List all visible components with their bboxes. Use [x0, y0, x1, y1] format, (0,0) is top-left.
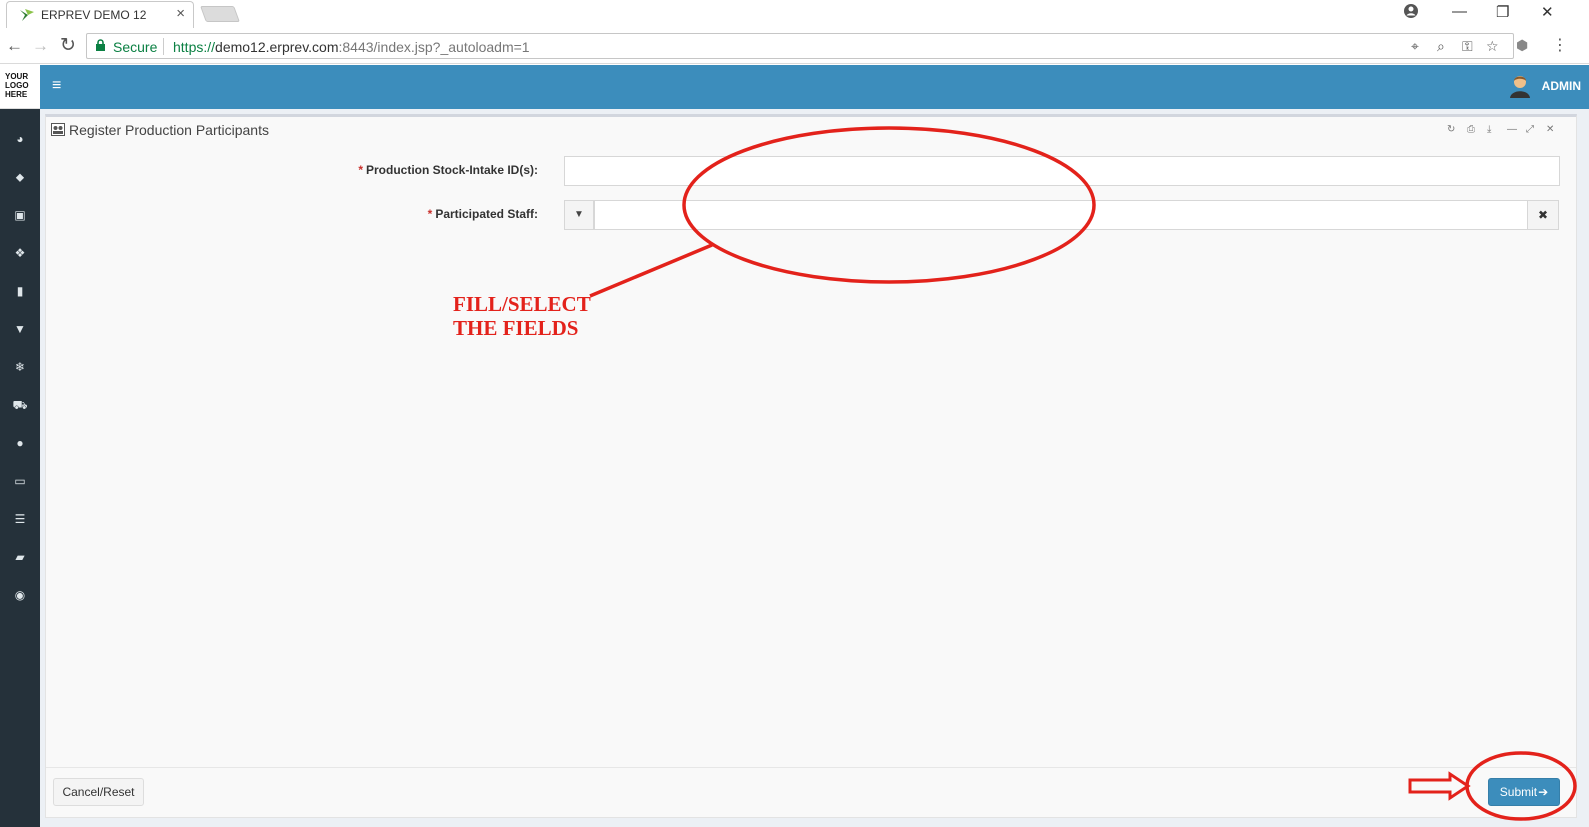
refresh-icon[interactable]: ↻: [1447, 124, 1455, 135]
annotation-line: THE FIELDS: [453, 316, 579, 340]
submit-label: Submit: [1499, 785, 1538, 799]
building-icon[interactable]: ▮: [0, 280, 40, 302]
expand-icon[interactable]: ⤢: [1526, 124, 1534, 135]
logo-line: LOGO: [5, 81, 29, 90]
staff-clear-button[interactable]: ✖: [1527, 200, 1559, 230]
app-topbar: ≡ ADMIN: [40, 65, 1589, 109]
menu-toggle-icon[interactable]: ≡: [52, 77, 61, 95]
key-icon[interactable]: ⚿: [1462, 38, 1473, 55]
panel-footer-divider: [46, 767, 1576, 768]
lock-icon: [95, 39, 106, 55]
company-logo[interactable]: YOUR LOGO HERE: [0, 65, 40, 109]
desktop-icon[interactable]: ▭: [0, 470, 40, 492]
collapse-icon[interactable]: —: [1507, 124, 1517, 135]
address-separator: [163, 38, 164, 55]
print-icon[interactable]: ⎙: [1467, 124, 1475, 135]
user-avatar[interactable]: [1509, 74, 1531, 98]
zoom-icon[interactable]: ⌕: [1437, 38, 1445, 55]
browser-toolbar: ← → ↻ Secure https://demo12.erprev.com:8…: [0, 28, 1589, 64]
register-panel: Register Production Participants ↻ ⎙ ⤓ —…: [45, 114, 1577, 818]
panel-close-icon[interactable]: ✕: [1546, 124, 1554, 135]
logo-line: YOUR: [5, 72, 29, 81]
stock-intake-label: * Production Stock-Intake ID(s):: [358, 163, 538, 177]
panel-title: Register Production Participants: [69, 122, 269, 138]
snowflake-icon[interactable]: ❄: [0, 356, 40, 378]
extension-icon[interactable]: ⬢: [1516, 37, 1528, 54]
url-text: https://demo12.erprev.com:8443/index.jsp…: [173, 39, 530, 55]
support-icon[interactable]: ◉: [0, 584, 40, 606]
download-icon[interactable]: ⤓: [1487, 124, 1491, 135]
secure-label: Secure: [113, 39, 158, 55]
new-tab-button[interactable]: [200, 6, 240, 22]
cancel-reset-button[interactable]: Cancel/Reset: [53, 778, 144, 806]
bookmark-star-icon[interactable]: ☆: [1486, 38, 1499, 55]
cart-icon[interactable]: ⛟: [0, 394, 40, 416]
participated-staff-select[interactable]: [594, 200, 1528, 230]
database-icon[interactable]: ☰: [0, 508, 40, 530]
window-restore-button[interactable]: ❐: [1496, 3, 1509, 21]
participated-staff-label: * Participated Staff:: [427, 207, 538, 221]
window-close-button[interactable]: ✕: [1541, 3, 1554, 21]
tab-title: ERPREV DEMO 12: [41, 8, 147, 22]
group-icon: [51, 123, 65, 136]
trash-icon[interactable]: ▼: [0, 318, 40, 340]
user-name[interactable]: ADMIN: [1542, 79, 1581, 93]
erprev-favicon-icon: [19, 8, 35, 25]
money-icon[interactable]: ▣: [0, 204, 40, 226]
address-bar[interactable]: Secure https://demo12.erprev.com:8443/in…: [86, 33, 1514, 59]
app-sidebar: YOUR LOGO HERE ◕ ⬥ ▣ ❖ ▮ ▼ ❄ ⛟ ● ▭ ☰ ▰ ◉: [0, 65, 40, 827]
annotation-line: FILL/SELECT: [453, 292, 591, 316]
tab-close-icon[interactable]: ×: [176, 5, 185, 22]
chrome-menu-icon[interactable]: ⋮: [1552, 35, 1568, 55]
panel-header: Register Production Participants ↻ ⎙ ⤓ —…: [46, 117, 1576, 143]
forward-button[interactable]: →: [32, 36, 49, 56]
main-content: Register Production Participants ↻ ⎙ ⤓ —…: [40, 109, 1589, 827]
dashboard-icon[interactable]: ◕: [0, 128, 40, 150]
browser-tabstrip: ERPREV DEMO 12 × — ❐ ✕: [0, 0, 1589, 28]
browser-tab[interactable]: ERPREV DEMO 12 ×: [6, 1, 194, 28]
staff-dropdown-button[interactable]: ▼: [564, 200, 594, 230]
window-minimize-button[interactable]: —: [1452, 3, 1467, 20]
tag-icon[interactable]: ⬥: [0, 166, 40, 188]
submit-button[interactable]: Submit➔: [1488, 778, 1560, 806]
cubes-icon[interactable]: ❖: [0, 242, 40, 264]
profile-icon[interactable]: [1403, 3, 1419, 23]
book-icon[interactable]: ▰: [0, 546, 40, 568]
reload-button[interactable]: ↻: [60, 34, 76, 57]
logo-line: HERE: [5, 90, 28, 99]
stock-intake-input[interactable]: [564, 156, 1560, 186]
back-button[interactable]: ←: [6, 36, 23, 56]
circle-icon[interactable]: ●: [0, 432, 40, 454]
annotation-text: FILL/SELECT THE FIELDS: [453, 292, 591, 340]
arrow-circle-right-icon: ➔: [1538, 785, 1549, 799]
location-icon[interactable]: ⌖: [1411, 38, 1419, 55]
